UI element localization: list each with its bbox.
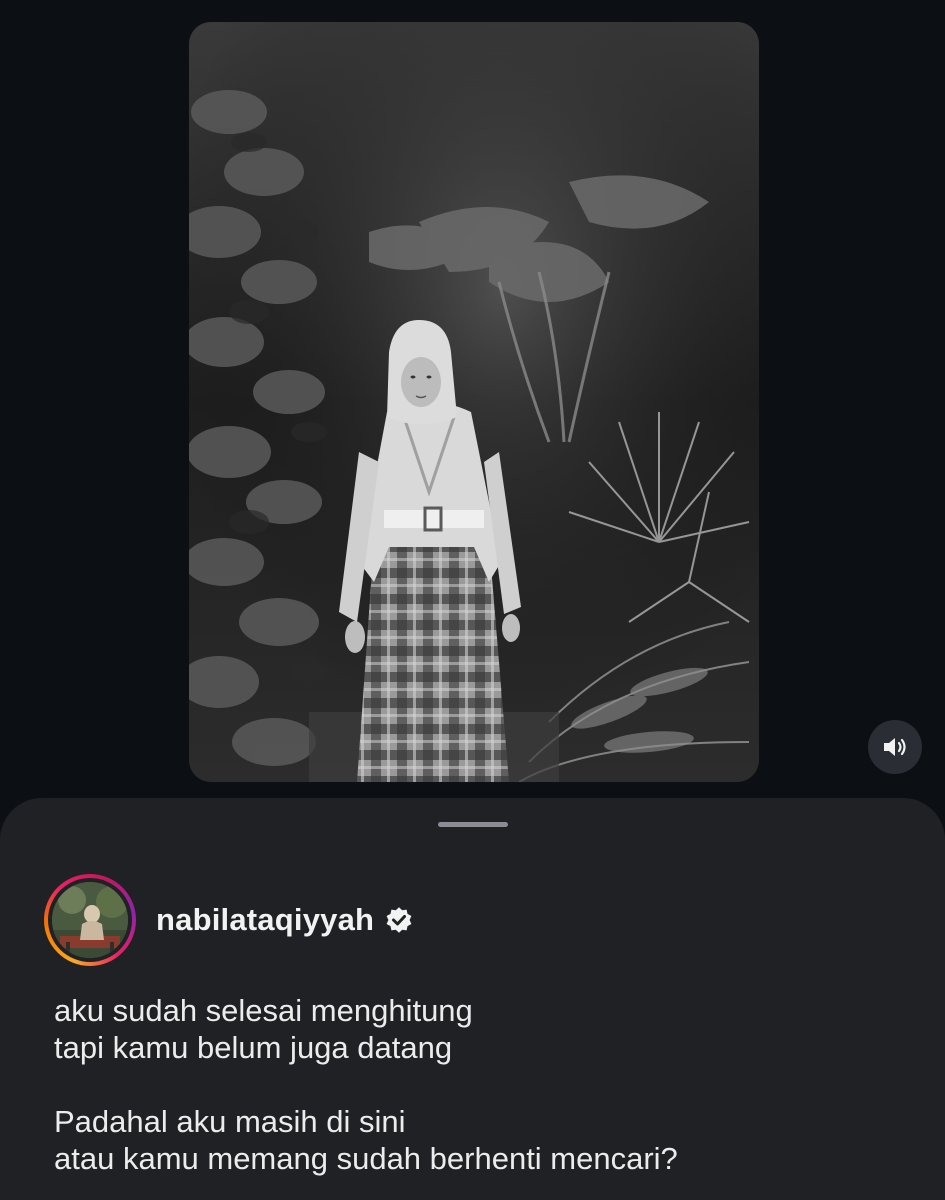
post-caption: aku sudah selesai menghitung tapi kamu b…	[54, 992, 894, 1177]
story-ring	[44, 874, 136, 966]
caption-line: tapi kamu belum juga datang	[54, 1030, 453, 1065]
mute-toggle-button[interactable]	[868, 720, 922, 774]
caption-line: Padahal aku masih di sini	[54, 1104, 406, 1139]
caption-line: aku sudah selesai menghitung	[54, 993, 473, 1028]
caption-line: atau kamu memang sudah berhenti mencari?	[54, 1141, 678, 1176]
caption-sheet: nabilataqiyyah aku sudah selesai menghit…	[0, 798, 945, 1200]
post-author[interactable]: nabilataqiyyah	[44, 874, 414, 966]
avatar[interactable]	[52, 882, 128, 958]
username[interactable]: nabilataqiyyah	[156, 902, 374, 938]
post-photo[interactable]	[189, 22, 759, 782]
caption-stanza: aku sudah selesai menghitung tapi kamu b…	[54, 992, 894, 1066]
garden-portrait-image	[189, 22, 759, 782]
speaker-icon	[884, 738, 906, 756]
sheet-drag-handle[interactable]	[438, 822, 508, 827]
post-viewer	[0, 0, 945, 810]
avatar-image	[52, 882, 128, 958]
verified-badge-icon	[384, 905, 414, 935]
caption-stanza: Padahal aku masih di sini atau kamu mema…	[54, 1103, 894, 1177]
